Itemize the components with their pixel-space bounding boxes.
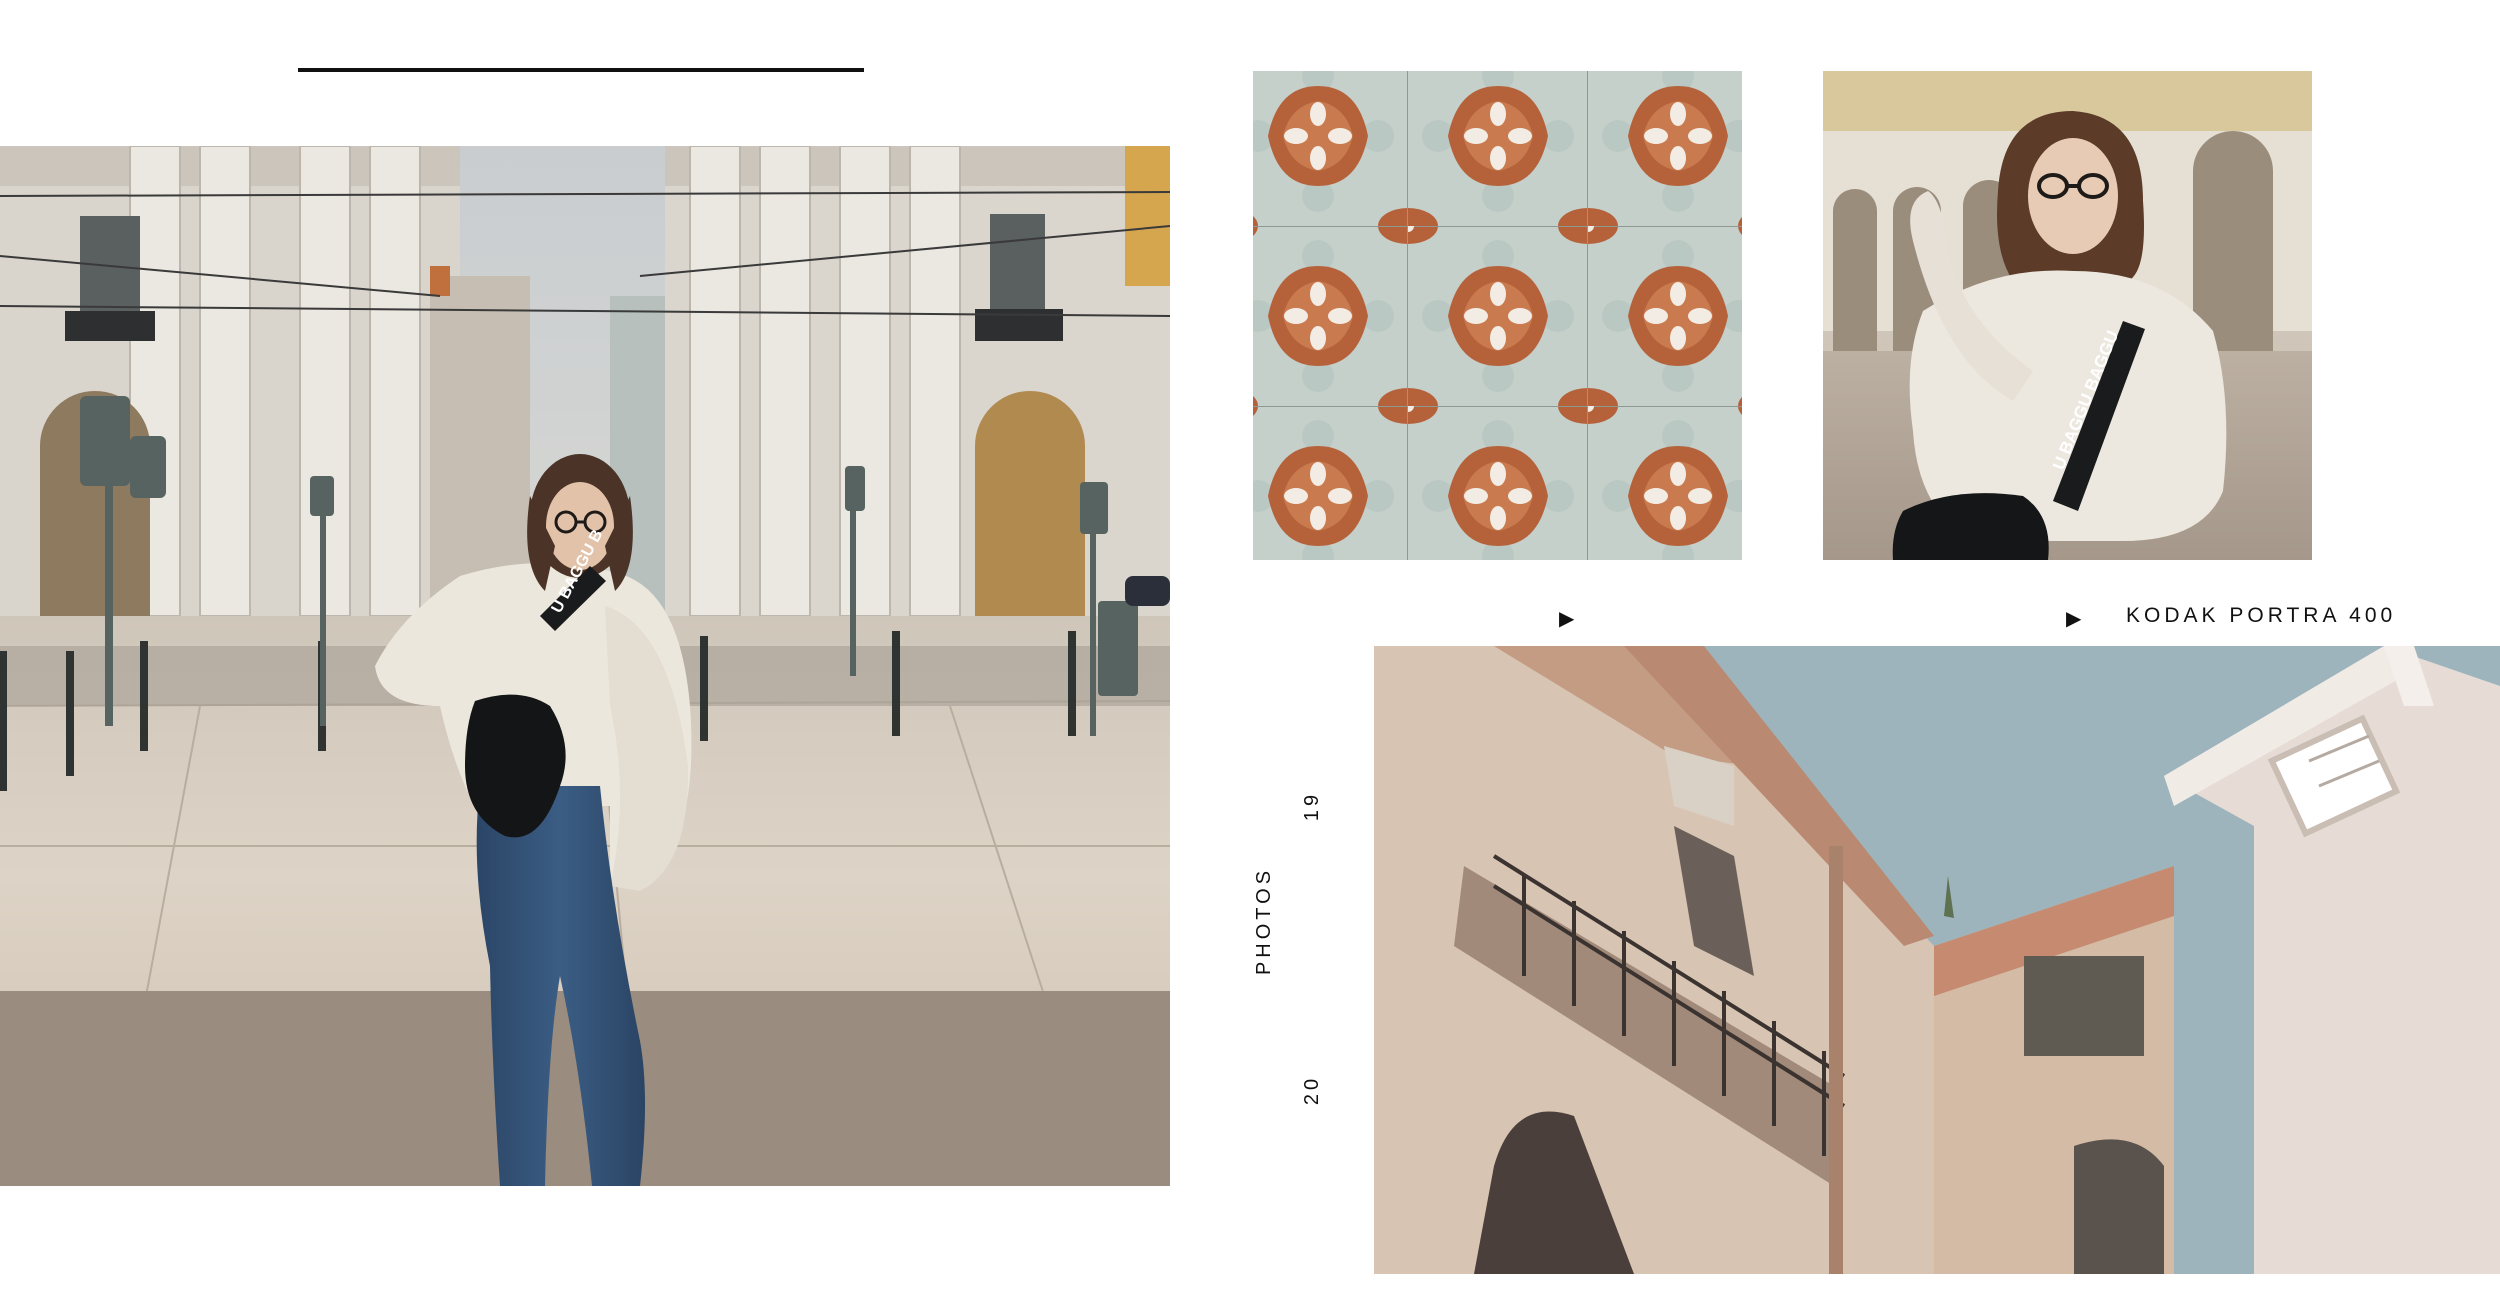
arcade-portrait-image: U BAGGU BAGGU [1823,71,2312,560]
photo-collage-page: U BAGGU B U BAGGU BAGGU ▶ ▶ KODAK PORTRA… [0,0,2500,1301]
street-portrait-image: U BAGGU B [0,146,1170,1186]
photo-old-building [1374,646,2500,1274]
play-arrow-icon: ▶ [1559,606,1575,630]
photo-street-portrait: U BAGGU B [0,146,1170,1186]
year-digits-bottom: 20 [1301,1074,1324,1106]
photos-label: PHOTOS [1253,866,1276,976]
top-rule [298,68,864,72]
photo-arcade-portrait: U BAGGU BAGGU [1823,71,2312,560]
year-digits-top: 19 [1301,790,1324,822]
play-arrow-icon: ▶ [2066,606,2082,630]
film-stock-label: KODAK PORTRA 400 [2126,604,2397,627]
old-building-image [1374,646,2500,1274]
tiles-image [1253,71,1742,560]
photo-azulejo-tiles [1253,71,1742,560]
